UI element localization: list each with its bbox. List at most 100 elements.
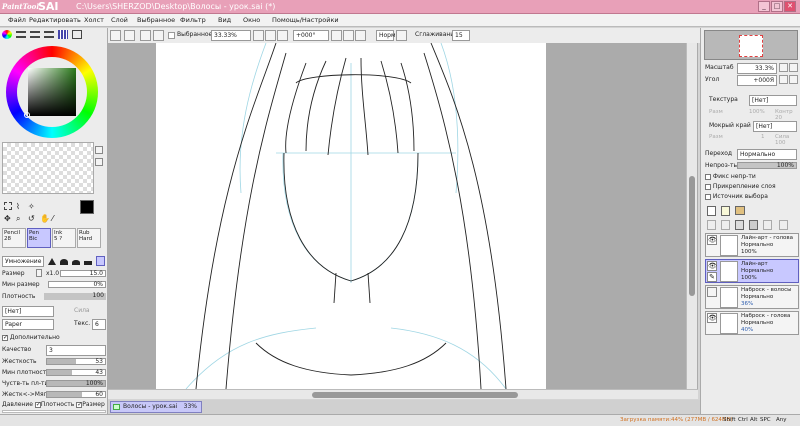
menu-edit[interactable]: Редактировать [29,16,81,24]
layer-item[interactable]: 👁 Лайн-арт - голова Нормально 100% [705,233,799,257]
zoom-tool-icon[interactable]: ⌕ [16,214,20,224]
color-picker-cursor[interactable] [24,112,30,118]
zoom-out-icon[interactable] [253,30,264,41]
transfer-down-icon[interactable] [707,220,716,230]
maximize-button[interactable]: □ [771,1,783,12]
size-multiplier[interactable]: x1.0 [46,269,59,278]
horizontal-scroll-thumb[interactable] [312,392,518,398]
brush-pen[interactable]: Pen Bic [27,228,51,248]
brush-shape-select[interactable]: [Нет] [2,306,54,317]
document-tab[interactable]: Волосы - урок.sai 33% [110,401,202,413]
texture-strength[interactable]: 6 [92,319,106,330]
rotate-right-icon[interactable] [343,30,354,41]
menu-selection[interactable]: Выбранное [137,16,175,24]
zoom-field[interactable]: 33.33% [211,30,251,41]
new-layer-icon[interactable] [707,206,716,216]
advanced-checkbox[interactable] [2,334,8,341]
density-slider[interactable]: 100 [2,292,106,300]
menu-layer[interactable]: Слой [111,16,128,24]
zoom-in-icon[interactable] [265,30,276,41]
layer-item-selected[interactable]: 👁 ✎ Лайн-арт Нормально 100% [705,259,799,283]
navigator-zoom-field[interactable]: 33.3% [737,63,777,74]
rgb-slider-tab-icon[interactable] [16,31,26,38]
vertical-scrollbar[interactable] [686,43,697,389]
min-size-slider[interactable]: 0% [48,281,106,288]
horizontal-scrollbar[interactable] [108,389,698,399]
new-layer-set-icon[interactable] [721,206,730,216]
selection-checkbox[interactable] [168,32,175,39]
brush-eraser[interactable]: Rub Hard [77,228,101,248]
swatches-tab-icon[interactable] [58,30,68,39]
selection-source-toggle[interactable]: Источник выбора [705,193,768,200]
saturation-value-square[interactable] [28,68,76,116]
protect-opacity-checkbox[interactable] [705,173,711,180]
menu-canvas[interactable]: Холст [84,16,104,24]
pressure-density-checkbox[interactable] [34,401,41,408]
scratchpad-tab-icon[interactable] [72,30,82,39]
brush-ink[interactable]: Ink 5 ? [52,228,76,248]
brush-shape-1-icon[interactable] [48,258,56,265]
brush-shape-5-icon[interactable] [96,256,105,266]
brush-pencil[interactable]: Pencil 28 [2,228,26,248]
angle-field[interactable]: +000° [293,30,329,41]
hand-tool-icon[interactable]: ✋ [40,214,50,223]
clip-layer-checkbox[interactable] [705,183,711,190]
undo-icon[interactable] [110,30,121,41]
canvas-paper[interactable] [156,43,546,389]
smoothing-field[interactable]: 15 [452,30,470,41]
menu-file[interactable]: Файл [8,16,26,24]
layer-visibility-hidden-icon[interactable] [707,287,717,297]
layer-item[interactable]: Наброск - волосы Нормально 36% [705,285,799,309]
sensitivity-slider[interactable]: 100% [46,380,106,387]
wet-edge-select[interactable]: [Нет] [753,121,797,132]
min-density-slider[interactable]: 43 [46,369,106,376]
clip-layer-toggle[interactable]: Прикрепление слоя [705,183,776,190]
merge-down-icon[interactable] [721,220,730,230]
brush-shape-4-icon[interactable] [84,261,92,265]
layer-blend-select[interactable]: Нормально [737,149,797,160]
flip-icon[interactable] [396,30,407,41]
layer-opacity-slider[interactable]: 100% [737,162,797,169]
lasso-tool-icon[interactable]: ⌇ [16,202,20,211]
canvas-area[interactable] [108,43,698,389]
clear-layer-icon[interactable] [735,220,744,230]
view-mode-field[interactable]: Норм [376,30,396,41]
primary-color-swatch[interactable] [80,200,94,214]
layer-visibility-eye-icon[interactable]: 👁 [707,313,717,323]
hardness-slider[interactable]: 53 [46,358,106,365]
rotate-left-icon[interactable] [331,30,342,41]
eyedropper-icon[interactable]: ⁄ [52,214,53,223]
redo-icon[interactable] [124,30,135,41]
menu-filter[interactable]: Фильтр [180,16,206,24]
minimize-button[interactable]: _ [758,1,770,12]
brush-shape-3-icon[interactable] [72,260,80,265]
zoom-reset-icon[interactable] [277,30,288,41]
rotate-tool-icon[interactable]: ↺ [28,214,35,223]
brush-shape-2-icon[interactable] [60,259,68,265]
navigator-zoom-out-icon[interactable] [779,63,788,72]
brush-texture-select[interactable]: Paper [2,319,54,330]
scratch-pad-up-icon[interactable] [95,146,103,154]
navigator-preview[interactable] [704,30,798,60]
layer-mask-icon[interactable] [763,220,772,230]
navigator-angle-field[interactable]: +000Я [737,75,777,86]
size-multiplier-button[interactable] [36,269,42,277]
deselect-icon[interactable] [140,30,151,41]
color-wheel[interactable] [6,46,98,138]
hard-soft-slider[interactable]: 60 [46,391,106,398]
protect-opacity-toggle[interactable]: Фикс непр-ти [705,173,756,180]
selection-source-checkbox[interactable] [705,193,711,200]
close-button[interactable]: ✕ [784,1,796,12]
color-wheel-tab-icon[interactable] [2,30,12,39]
vertical-scroll-thumb[interactable] [689,176,695,296]
magic-wand-icon[interactable]: ✧ [28,202,35,211]
menu-view[interactable]: Вид [218,16,231,24]
navigator-rotate-icon[interactable] [779,75,788,84]
navigator-reset-icon[interactable] [789,75,798,84]
size-slider[interactable]: 15.0 [60,270,106,277]
navigator-viewport[interactable] [739,35,763,57]
scratch-pad-down-icon[interactable] [95,158,103,166]
pressure-size-checkbox[interactable] [76,401,83,408]
move-tool-icon[interactable]: ✥ [4,214,11,223]
scratch-pad[interactable] [2,142,94,194]
